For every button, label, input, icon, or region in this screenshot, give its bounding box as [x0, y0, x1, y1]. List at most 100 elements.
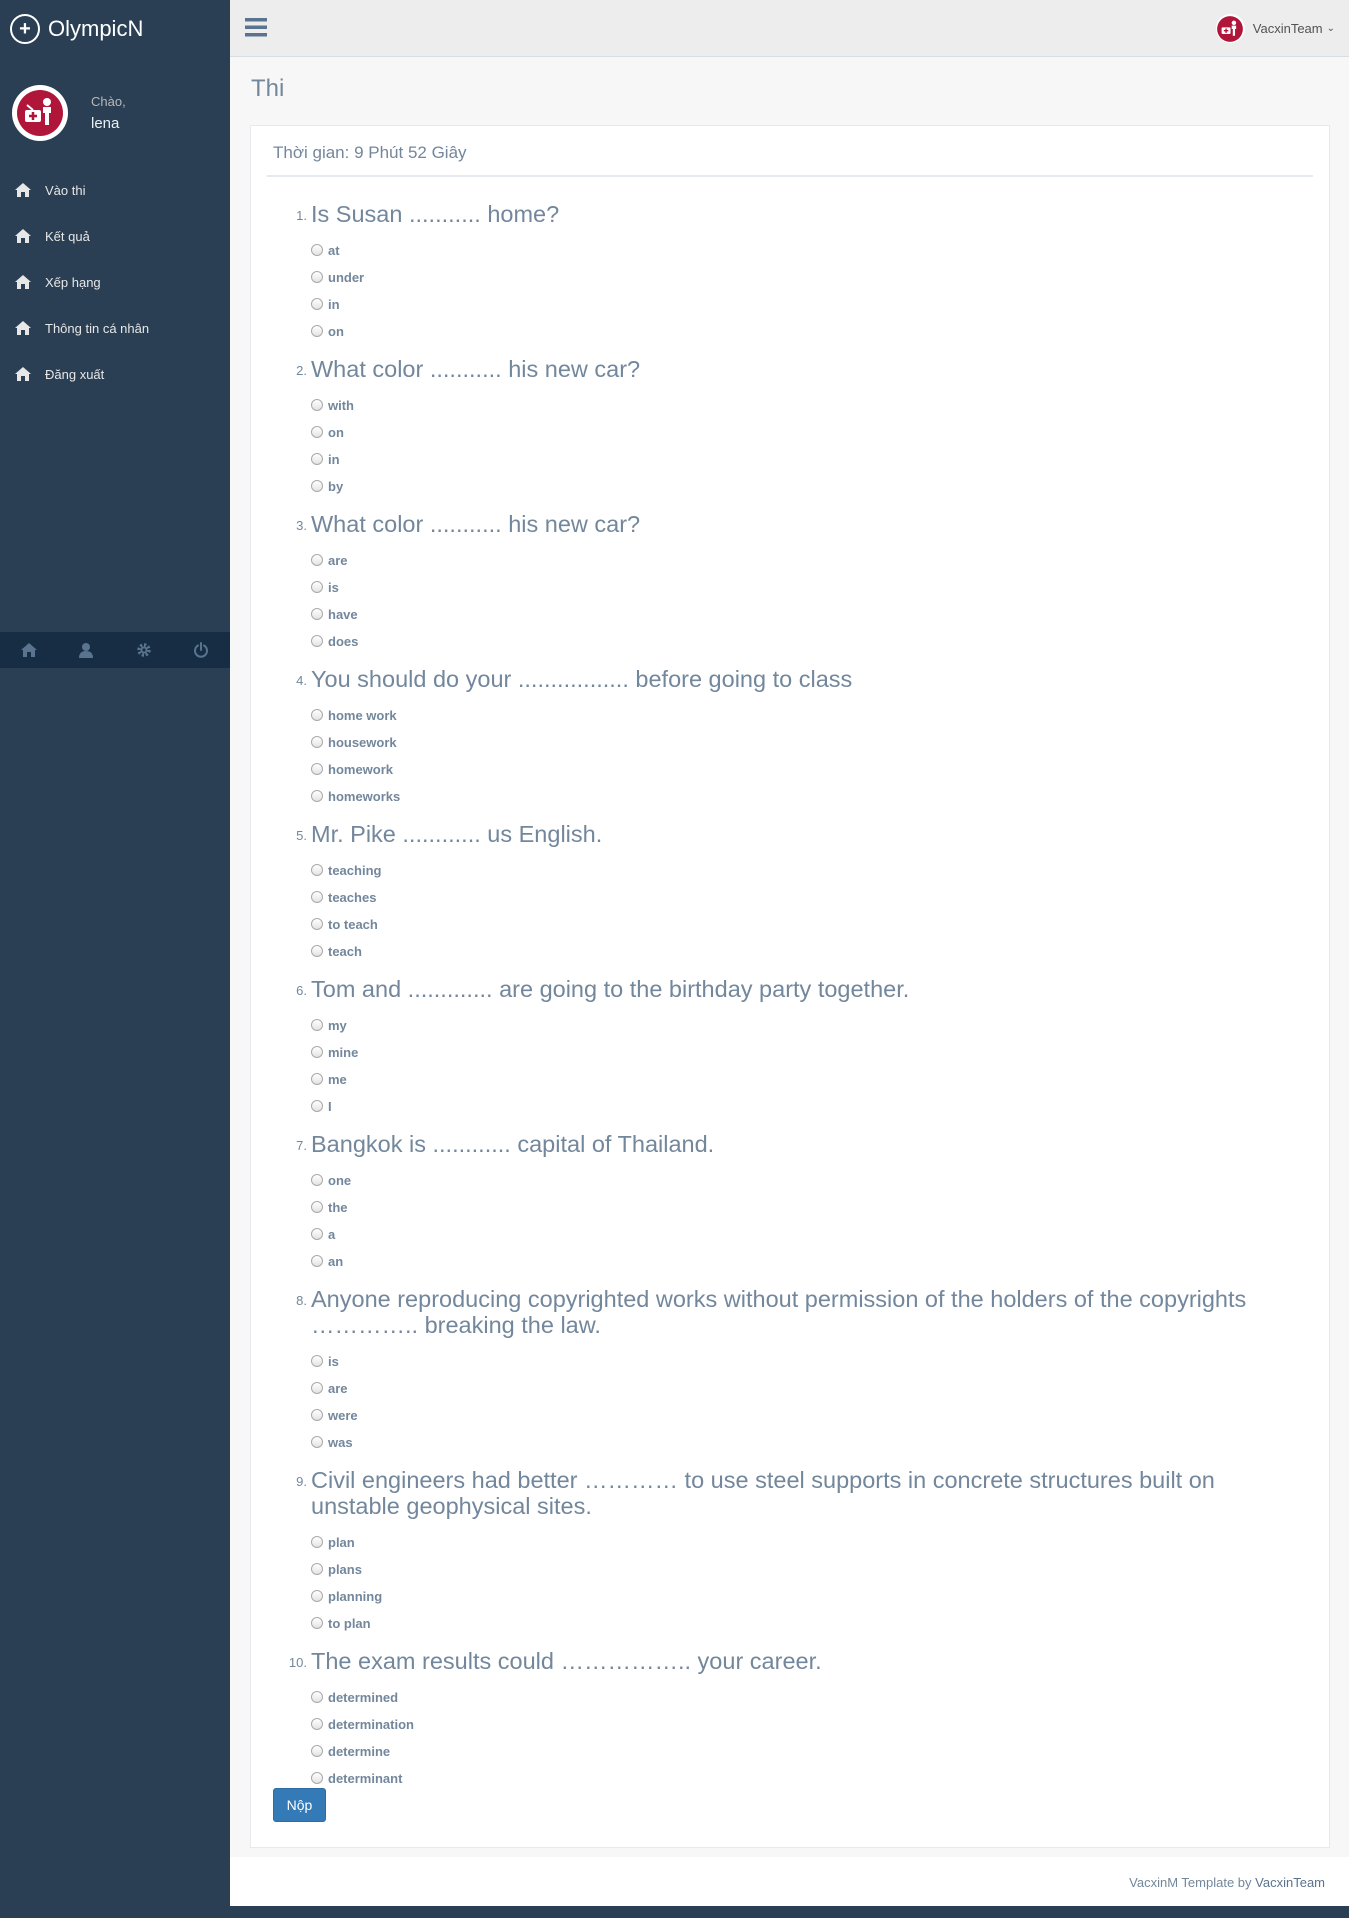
- user-dropdown[interactable]: VacxinTeam ⌄: [1215, 14, 1335, 43]
- answer-radio[interactable]: [311, 1535, 323, 1548]
- answer-radio[interactable]: [311, 1717, 323, 1730]
- answer-option[interactable]: are: [311, 1375, 1307, 1402]
- answer-option[interactable]: homework: [311, 756, 1307, 783]
- sidebar-item-dang-xuat[interactable]: Đăng xuất: [0, 351, 230, 397]
- answer-option[interactable]: an: [311, 1248, 1307, 1275]
- answer-radio[interactable]: [311, 1099, 323, 1112]
- answer-radio[interactable]: [311, 607, 323, 620]
- power-icon[interactable]: [173, 632, 231, 668]
- answer-radio[interactable]: [311, 762, 323, 775]
- answer-option[interactable]: to teach: [311, 911, 1307, 938]
- answer-option[interactable]: on: [311, 318, 1307, 345]
- answer-option[interactable]: teaching: [311, 857, 1307, 884]
- answer-radio[interactable]: [311, 580, 323, 593]
- answer-option[interactable]: home work: [311, 702, 1307, 729]
- answer-option[interactable]: my: [311, 1012, 1307, 1039]
- question-item: 5. Mr. Pike ............ us English. teach…: [267, 821, 1307, 965]
- answer-radio[interactable]: [311, 1227, 323, 1240]
- answer-option[interactable]: by: [311, 473, 1307, 500]
- answer-option[interactable]: was: [311, 1429, 1307, 1456]
- answer-radio[interactable]: [311, 917, 323, 930]
- answer-radio[interactable]: [311, 270, 323, 283]
- answer-radio[interactable]: [311, 243, 323, 256]
- answer-radio[interactable]: [311, 398, 323, 411]
- answer-radio[interactable]: [311, 735, 323, 748]
- answer-option[interactable]: were: [311, 1402, 1307, 1429]
- answer-option[interactable]: plan: [311, 1529, 1307, 1556]
- answer-option[interactable]: determine: [311, 1738, 1307, 1765]
- answer-radio[interactable]: [311, 1589, 323, 1602]
- answer-option[interactable]: on: [311, 419, 1307, 446]
- answer-radio[interactable]: [311, 1435, 323, 1448]
- answer-option[interactable]: planning: [311, 1583, 1307, 1610]
- answer-option[interactable]: teaches: [311, 884, 1307, 911]
- footer-author-link[interactable]: VacxinTeam: [1255, 1875, 1325, 1890]
- home-icon[interactable]: [0, 632, 58, 668]
- answer-radio[interactable]: [311, 553, 323, 566]
- answer-radio[interactable]: [311, 1018, 323, 1031]
- answer-option[interactable]: does: [311, 628, 1307, 655]
- answer-option[interactable]: housework: [311, 729, 1307, 756]
- answer-radio[interactable]: [311, 863, 323, 876]
- answer-option[interactable]: in: [311, 446, 1307, 473]
- answer-radio[interactable]: [311, 1562, 323, 1575]
- question-item: 2. What color ........... his new car? wit…: [267, 356, 1307, 500]
- answer-option[interactable]: determined: [311, 1684, 1307, 1711]
- user-icon[interactable]: [58, 632, 116, 668]
- answer-radio[interactable]: [311, 425, 323, 438]
- answer-option[interactable]: have: [311, 601, 1307, 628]
- sidebar-item-thong-tin-ca-nhan[interactable]: Thông tin cá nhân: [0, 305, 230, 351]
- answer-option[interactable]: determination: [311, 1711, 1307, 1738]
- answer-radio[interactable]: [311, 297, 323, 310]
- avatar: [1215, 14, 1245, 43]
- answer-option[interactable]: a: [311, 1221, 1307, 1248]
- sidebar-item-ket-qua[interactable]: Kết quả: [0, 213, 230, 259]
- sidebar-item-vao-thi[interactable]: Vào thi: [0, 167, 230, 213]
- answer-option[interactable]: is: [311, 1348, 1307, 1375]
- answer-option[interactable]: one: [311, 1167, 1307, 1194]
- answer-option[interactable]: plans: [311, 1556, 1307, 1583]
- answer-radio[interactable]: [311, 1771, 323, 1784]
- answer-option[interactable]: at: [311, 237, 1307, 264]
- answer-radio[interactable]: [311, 708, 323, 721]
- answer-option[interactable]: me: [311, 1066, 1307, 1093]
- gear-icon[interactable]: [115, 632, 173, 668]
- answer-label: mine: [328, 1045, 359, 1060]
- answer-radio[interactable]: [311, 1045, 323, 1058]
- main-content: Thi Thời gian: 9 Phút 52 Giây 1. Is Susan…: [230, 57, 1349, 1857]
- answer-option[interactable]: is: [311, 574, 1307, 601]
- answer-option[interactable]: with: [311, 392, 1307, 419]
- answer-radio[interactable]: [311, 1744, 323, 1757]
- answer-option[interactable]: are: [311, 547, 1307, 574]
- answer-radio[interactable]: [311, 1254, 323, 1267]
- sidebar-item-xep-hang[interactable]: Xếp hạng: [0, 259, 230, 305]
- answer-radio[interactable]: [311, 1690, 323, 1703]
- answer-option[interactable]: I: [311, 1093, 1307, 1120]
- answer-option[interactable]: teach: [311, 938, 1307, 965]
- submit-button[interactable]: Nộp: [273, 1788, 326, 1822]
- answer-option[interactable]: determinant: [311, 1765, 1307, 1792]
- answer-radio[interactable]: [311, 1072, 323, 1085]
- menu-toggle-icon[interactable]: [245, 18, 267, 42]
- answer-radio[interactable]: [311, 1354, 323, 1367]
- answer-option[interactable]: in: [311, 291, 1307, 318]
- answer-radio[interactable]: [311, 789, 323, 802]
- brand[interactable]: + OlympicN: [0, 0, 230, 57]
- answer-radio[interactable]: [311, 324, 323, 337]
- answer-option[interactable]: the: [311, 1194, 1307, 1221]
- answer-radio[interactable]: [311, 1200, 323, 1213]
- answer-option[interactable]: homeworks: [311, 783, 1307, 810]
- answer-option[interactable]: to plan: [311, 1610, 1307, 1637]
- answer-radio[interactable]: [311, 1408, 323, 1421]
- answer-option[interactable]: mine: [311, 1039, 1307, 1066]
- answer-radio[interactable]: [311, 944, 323, 957]
- question-item: 6. Tom and ............. are going to the…: [267, 976, 1307, 1120]
- answer-radio[interactable]: [311, 890, 323, 903]
- answer-radio[interactable]: [311, 452, 323, 465]
- answer-radio[interactable]: [311, 634, 323, 647]
- answer-radio[interactable]: [311, 1616, 323, 1629]
- answer-radio[interactable]: [311, 1173, 323, 1186]
- answer-radio[interactable]: [311, 479, 323, 492]
- answer-option[interactable]: under: [311, 264, 1307, 291]
- answer-radio[interactable]: [311, 1381, 323, 1394]
